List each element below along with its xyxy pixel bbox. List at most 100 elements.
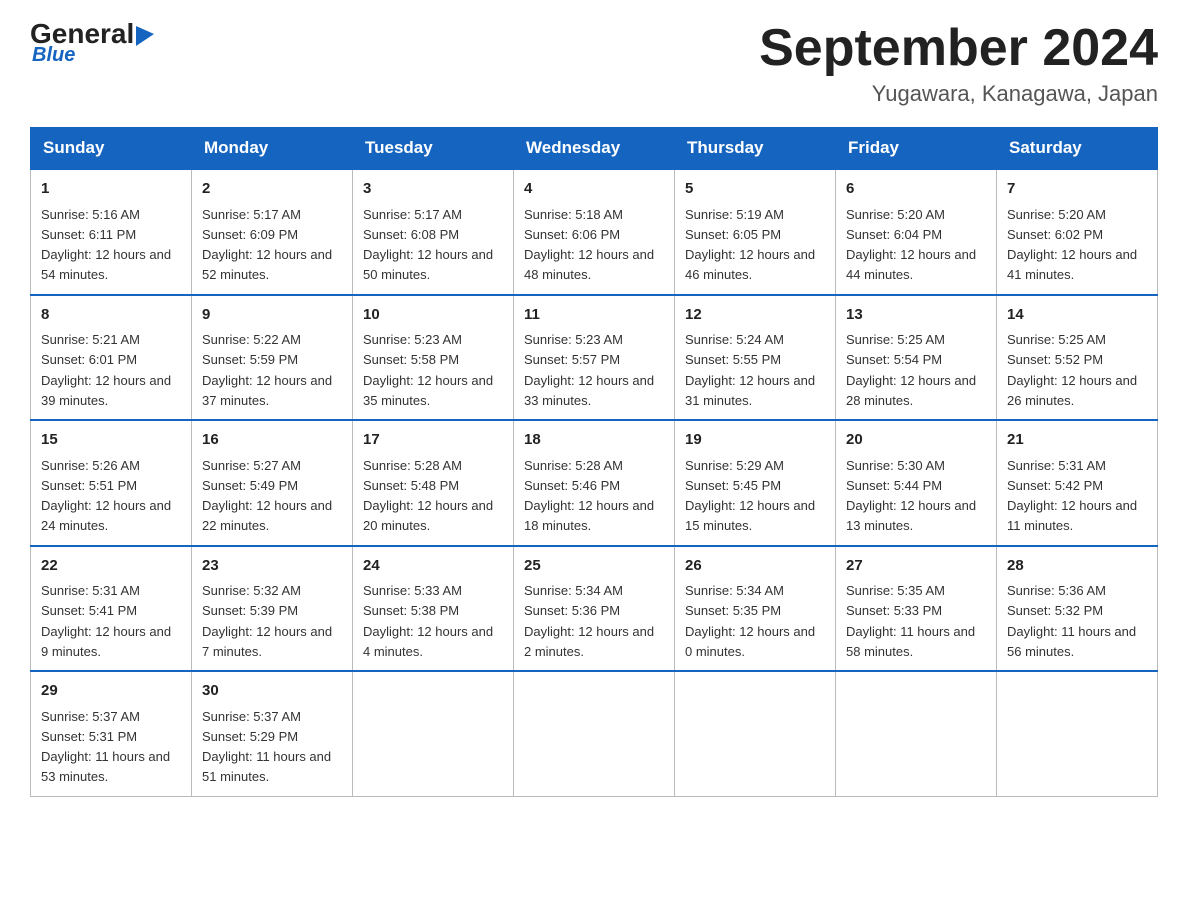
- day-info: Sunrise: 5:16 AMSunset: 6:11 PMDaylight:…: [41, 207, 171, 283]
- day-number: 12: [685, 304, 825, 327]
- calendar-week-4: 22 Sunrise: 5:31 AMSunset: 5:41 PMDaylig…: [31, 546, 1158, 672]
- weekday-header-tuesday: Tuesday: [353, 128, 514, 170]
- day-info: Sunrise: 5:37 AMSunset: 5:29 PMDaylight:…: [202, 709, 331, 785]
- day-info: Sunrise: 5:26 AMSunset: 5:51 PMDaylight:…: [41, 458, 171, 534]
- weekday-header-wednesday: Wednesday: [514, 128, 675, 170]
- day-number: 6: [846, 178, 986, 201]
- calendar-cell: 1 Sunrise: 5:16 AMSunset: 6:11 PMDayligh…: [31, 169, 192, 295]
- day-info: Sunrise: 5:25 AMSunset: 5:52 PMDaylight:…: [1007, 332, 1137, 408]
- day-info: Sunrise: 5:37 AMSunset: 5:31 PMDaylight:…: [41, 709, 170, 785]
- day-number: 20: [846, 429, 986, 452]
- day-number: 22: [41, 555, 181, 578]
- calendar-cell: 11 Sunrise: 5:23 AMSunset: 5:57 PMDaylig…: [514, 295, 675, 421]
- calendar-cell: [997, 671, 1158, 796]
- day-number: 1: [41, 178, 181, 201]
- calendar-cell: [514, 671, 675, 796]
- calendar-cell: 9 Sunrise: 5:22 AMSunset: 5:59 PMDayligh…: [192, 295, 353, 421]
- calendar-cell: 17 Sunrise: 5:28 AMSunset: 5:48 PMDaylig…: [353, 420, 514, 546]
- location-subtitle: Yugawara, Kanagawa, Japan: [759, 81, 1158, 107]
- day-info: Sunrise: 5:17 AMSunset: 6:08 PMDaylight:…: [363, 207, 493, 283]
- day-number: 25: [524, 555, 664, 578]
- day-info: Sunrise: 5:36 AMSunset: 5:32 PMDaylight:…: [1007, 583, 1136, 659]
- calendar-cell: 12 Sunrise: 5:24 AMSunset: 5:55 PMDaylig…: [675, 295, 836, 421]
- calendar-cell: 22 Sunrise: 5:31 AMSunset: 5:41 PMDaylig…: [31, 546, 192, 672]
- day-number: 29: [41, 680, 181, 703]
- day-info: Sunrise: 5:28 AMSunset: 5:48 PMDaylight:…: [363, 458, 493, 534]
- day-number: 7: [1007, 178, 1147, 201]
- calendar-cell: 10 Sunrise: 5:23 AMSunset: 5:58 PMDaylig…: [353, 295, 514, 421]
- day-info: Sunrise: 5:23 AMSunset: 5:58 PMDaylight:…: [363, 332, 493, 408]
- calendar-cell: 16 Sunrise: 5:27 AMSunset: 5:49 PMDaylig…: [192, 420, 353, 546]
- calendar-cell: 6 Sunrise: 5:20 AMSunset: 6:04 PMDayligh…: [836, 169, 997, 295]
- weekday-header-sunday: Sunday: [31, 128, 192, 170]
- weekday-header-saturday: Saturday: [997, 128, 1158, 170]
- calendar-cell: 19 Sunrise: 5:29 AMSunset: 5:45 PMDaylig…: [675, 420, 836, 546]
- logo: General Blue: [30, 20, 154, 67]
- calendar-cell: 23 Sunrise: 5:32 AMSunset: 5:39 PMDaylig…: [192, 546, 353, 672]
- calendar-cell: [675, 671, 836, 796]
- weekday-header-friday: Friday: [836, 128, 997, 170]
- day-number: 5: [685, 178, 825, 201]
- calendar-cell: 30 Sunrise: 5:37 AMSunset: 5:29 PMDaylig…: [192, 671, 353, 796]
- calendar-week-3: 15 Sunrise: 5:26 AMSunset: 5:51 PMDaylig…: [31, 420, 1158, 546]
- day-number: 21: [1007, 429, 1147, 452]
- calendar-cell: 18 Sunrise: 5:28 AMSunset: 5:46 PMDaylig…: [514, 420, 675, 546]
- day-info: Sunrise: 5:31 AMSunset: 5:42 PMDaylight:…: [1007, 458, 1137, 534]
- day-info: Sunrise: 5:18 AMSunset: 6:06 PMDaylight:…: [524, 207, 654, 283]
- day-info: Sunrise: 5:20 AMSunset: 6:02 PMDaylight:…: [1007, 207, 1137, 283]
- weekday-header-row: SundayMondayTuesdayWednesdayThursdayFrid…: [31, 128, 1158, 170]
- calendar-cell: [836, 671, 997, 796]
- calendar-cell: 5 Sunrise: 5:19 AMSunset: 6:05 PMDayligh…: [675, 169, 836, 295]
- day-number: 10: [363, 304, 503, 327]
- calendar-cell: 14 Sunrise: 5:25 AMSunset: 5:52 PMDaylig…: [997, 295, 1158, 421]
- day-number: 8: [41, 304, 181, 327]
- day-info: Sunrise: 5:35 AMSunset: 5:33 PMDaylight:…: [846, 583, 975, 659]
- calendar-cell: 7 Sunrise: 5:20 AMSunset: 6:02 PMDayligh…: [997, 169, 1158, 295]
- day-number: 27: [846, 555, 986, 578]
- day-info: Sunrise: 5:31 AMSunset: 5:41 PMDaylight:…: [41, 583, 171, 659]
- weekday-header-monday: Monday: [192, 128, 353, 170]
- day-number: 23: [202, 555, 342, 578]
- day-number: 24: [363, 555, 503, 578]
- calendar-cell: 3 Sunrise: 5:17 AMSunset: 6:08 PMDayligh…: [353, 169, 514, 295]
- day-info: Sunrise: 5:25 AMSunset: 5:54 PMDaylight:…: [846, 332, 976, 408]
- day-info: Sunrise: 5:34 AMSunset: 5:35 PMDaylight:…: [685, 583, 815, 659]
- calendar-cell: 28 Sunrise: 5:36 AMSunset: 5:32 PMDaylig…: [997, 546, 1158, 672]
- calendar-cell: 24 Sunrise: 5:33 AMSunset: 5:38 PMDaylig…: [353, 546, 514, 672]
- title-area: September 2024 Yugawara, Kanagawa, Japan: [759, 20, 1158, 107]
- calendar-week-2: 8 Sunrise: 5:21 AMSunset: 6:01 PMDayligh…: [31, 295, 1158, 421]
- day-info: Sunrise: 5:24 AMSunset: 5:55 PMDaylight:…: [685, 332, 815, 408]
- day-number: 28: [1007, 555, 1147, 578]
- day-number: 3: [363, 178, 503, 201]
- month-title: September 2024: [759, 20, 1158, 77]
- day-number: 19: [685, 429, 825, 452]
- day-info: Sunrise: 5:21 AMSunset: 6:01 PMDaylight:…: [41, 332, 171, 408]
- weekday-header-thursday: Thursday: [675, 128, 836, 170]
- day-number: 4: [524, 178, 664, 201]
- day-number: 26: [685, 555, 825, 578]
- day-info: Sunrise: 5:32 AMSunset: 5:39 PMDaylight:…: [202, 583, 332, 659]
- day-info: Sunrise: 5:23 AMSunset: 5:57 PMDaylight:…: [524, 332, 654, 408]
- calendar-cell: 4 Sunrise: 5:18 AMSunset: 6:06 PMDayligh…: [514, 169, 675, 295]
- day-info: Sunrise: 5:34 AMSunset: 5:36 PMDaylight:…: [524, 583, 654, 659]
- calendar-cell: [353, 671, 514, 796]
- calendar-cell: 29 Sunrise: 5:37 AMSunset: 5:31 PMDaylig…: [31, 671, 192, 796]
- day-info: Sunrise: 5:27 AMSunset: 5:49 PMDaylight:…: [202, 458, 332, 534]
- calendar-cell: 2 Sunrise: 5:17 AMSunset: 6:09 PMDayligh…: [192, 169, 353, 295]
- day-number: 2: [202, 178, 342, 201]
- day-number: 9: [202, 304, 342, 327]
- calendar-cell: 15 Sunrise: 5:26 AMSunset: 5:51 PMDaylig…: [31, 420, 192, 546]
- calendar-cell: 8 Sunrise: 5:21 AMSunset: 6:01 PMDayligh…: [31, 295, 192, 421]
- day-number: 18: [524, 429, 664, 452]
- calendar-table: SundayMondayTuesdayWednesdayThursdayFrid…: [30, 127, 1158, 797]
- calendar-cell: 26 Sunrise: 5:34 AMSunset: 5:35 PMDaylig…: [675, 546, 836, 672]
- day-info: Sunrise: 5:28 AMSunset: 5:46 PMDaylight:…: [524, 458, 654, 534]
- calendar-week-1: 1 Sunrise: 5:16 AMSunset: 6:11 PMDayligh…: [31, 169, 1158, 295]
- calendar-cell: 25 Sunrise: 5:34 AMSunset: 5:36 PMDaylig…: [514, 546, 675, 672]
- day-number: 13: [846, 304, 986, 327]
- day-number: 16: [202, 429, 342, 452]
- day-info: Sunrise: 5:33 AMSunset: 5:38 PMDaylight:…: [363, 583, 493, 659]
- day-number: 30: [202, 680, 342, 703]
- day-info: Sunrise: 5:19 AMSunset: 6:05 PMDaylight:…: [685, 207, 815, 283]
- logo-blue: Blue: [32, 44, 75, 67]
